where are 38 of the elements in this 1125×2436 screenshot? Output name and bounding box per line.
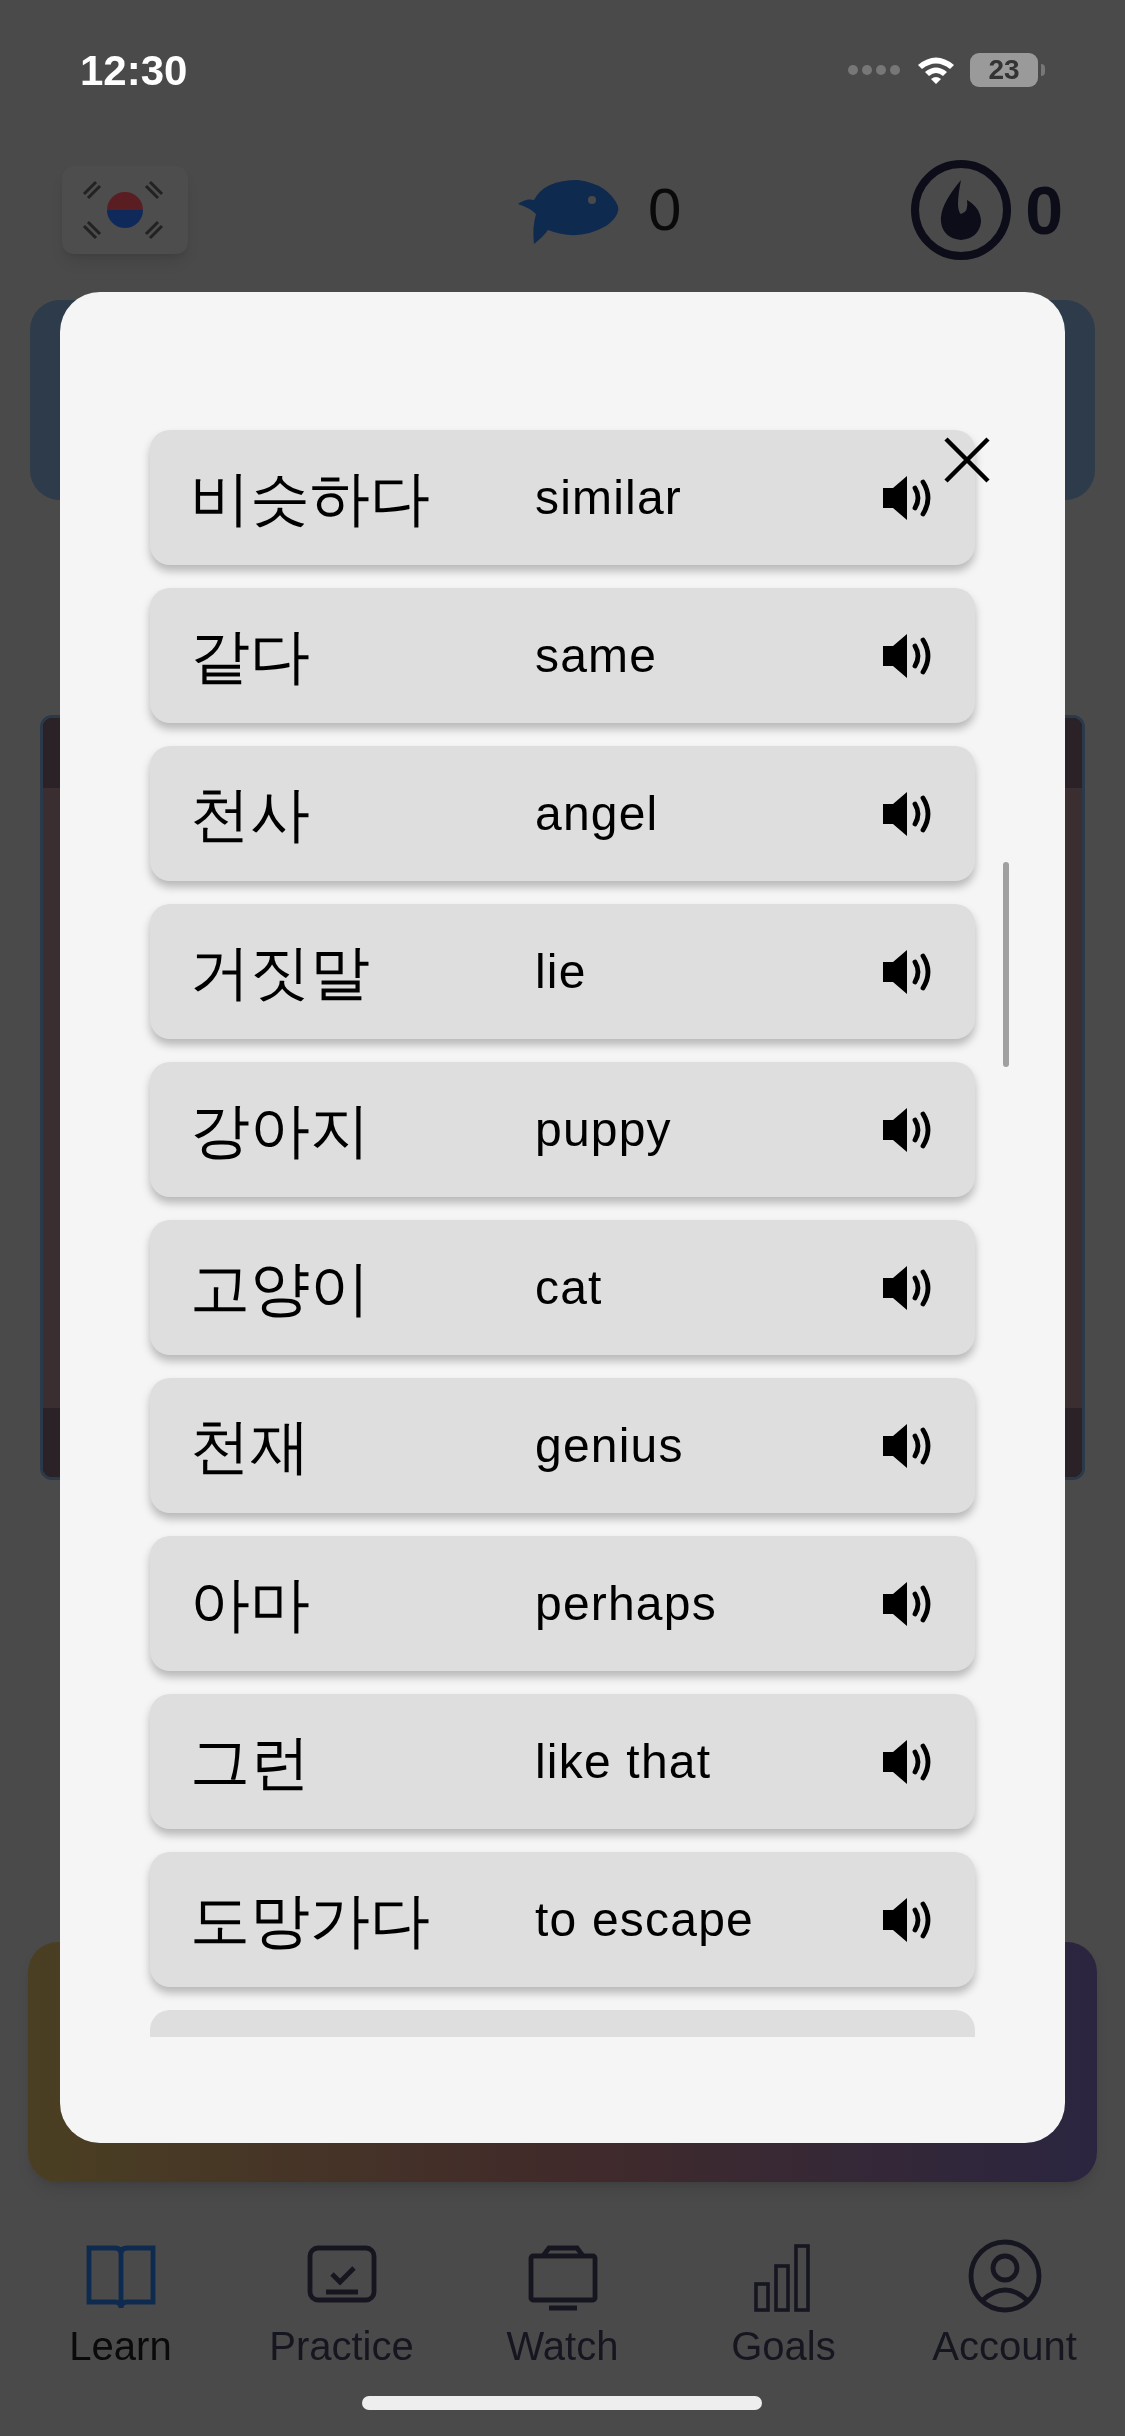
korean-word: 천사 bbox=[190, 777, 311, 851]
battery-level: 23 bbox=[970, 53, 1038, 87]
word-row[interactable]: 비슷하다 similar bbox=[150, 430, 975, 565]
word-row[interactable]: 천사 angel bbox=[150, 746, 975, 881]
english-word: similar bbox=[535, 469, 684, 526]
word-row[interactable]: 강아지 puppy bbox=[150, 1062, 975, 1197]
korean-word: 도망가다 bbox=[190, 1883, 431, 1957]
korean-word: 거짓말 bbox=[190, 935, 371, 1009]
word-row[interactable]: 고양이 cat bbox=[150, 1220, 975, 1355]
english-word: same bbox=[535, 627, 659, 684]
english-word: cat bbox=[535, 1259, 604, 1316]
scrollbar[interactable] bbox=[1003, 862, 1009, 1067]
english-word: perhaps bbox=[535, 1575, 718, 1632]
english-word: lie bbox=[535, 943, 588, 1000]
word-row[interactable]: 같다 same bbox=[150, 588, 975, 723]
korean-word: 비슷하다 bbox=[190, 461, 431, 535]
close-icon bbox=[942, 435, 992, 485]
word-row[interactable]: 아마 perhaps bbox=[150, 1536, 975, 1671]
english-word: to escape bbox=[535, 1891, 755, 1948]
korean-word: 천재 bbox=[190, 1409, 311, 1483]
status-time: 12:30 bbox=[80, 45, 188, 96]
english-word: angel bbox=[535, 785, 660, 842]
signal-icon bbox=[846, 63, 902, 77]
word-row[interactable]: 그런 like that bbox=[150, 1694, 975, 1829]
korean-word: 강아지 bbox=[190, 1093, 371, 1167]
korean-word: 고양이 bbox=[190, 1251, 371, 1325]
word-row[interactable]: 도망가다 to escape bbox=[150, 1852, 975, 1987]
english-word: like that bbox=[535, 1733, 713, 1790]
english-word: genius bbox=[535, 1417, 685, 1474]
korean-word: 그런 bbox=[190, 1725, 311, 1799]
korean-word: 같다 bbox=[190, 619, 311, 693]
word-row[interactable]: 거짓말 lie bbox=[150, 904, 975, 1039]
flame-icon bbox=[909, 158, 1014, 262]
fish-count: 0 bbox=[647, 175, 682, 245]
korean-word: 아마 bbox=[190, 1567, 311, 1641]
streak-count: 0 bbox=[1025, 171, 1063, 250]
english-word: puppy bbox=[535, 1101, 673, 1158]
word-row[interactable]: 천재 genius bbox=[150, 1378, 975, 1513]
